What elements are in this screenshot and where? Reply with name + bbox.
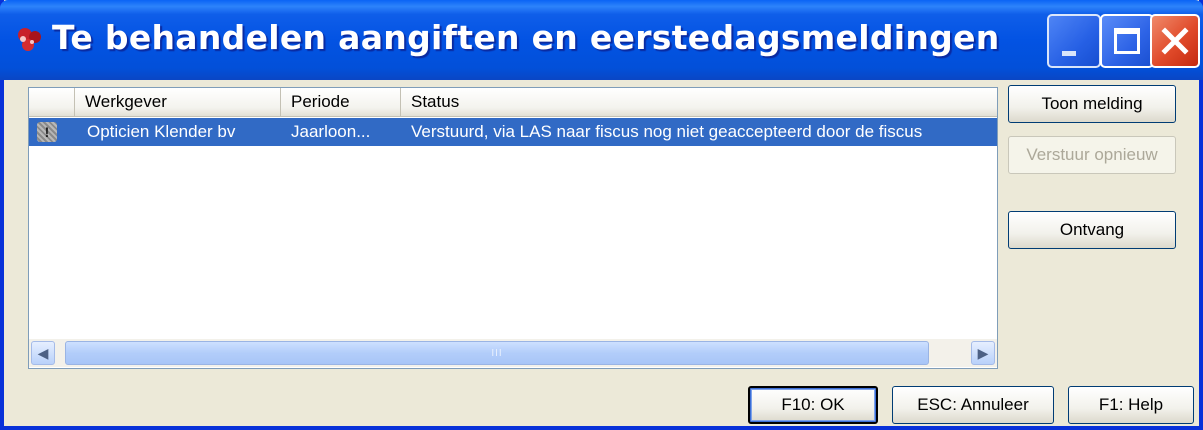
app-logo-icon	[18, 28, 41, 51]
warning-icon: !	[37, 122, 57, 142]
ontvang-button[interactable]: Ontvang	[1008, 211, 1176, 249]
ok-button[interactable]: F10: OK	[748, 386, 878, 424]
verstuur-opnieuw-button[interactable]: Verstuur opnieuw	[1008, 136, 1176, 174]
cell-periode: Jaarloon...	[291, 122, 371, 141]
minimize-button[interactable]	[1047, 14, 1101, 68]
horizontal-scrollbar[interactable]: ◀ III ▶	[29, 339, 997, 367]
help-button[interactable]: F1: Help	[1068, 386, 1194, 424]
scroll-left-button[interactable]: ◀	[31, 341, 55, 365]
messages-list[interactable]: Werkgever Periode Status ! Opticien Klen…	[28, 87, 998, 369]
cell-werkgever: Opticien Klender bv	[87, 122, 236, 141]
window-title: Te behandelen aangiften en eerstedagsmel…	[52, 18, 1000, 57]
scroll-thumb[interactable]: III	[65, 341, 929, 365]
column-header-periode[interactable]: Periode	[281, 88, 401, 116]
scroll-thumb-grip: III	[491, 347, 503, 359]
column-header-icon[interactable]	[29, 88, 75, 116]
scroll-right-button[interactable]: ▶	[971, 341, 995, 365]
close-icon	[1161, 27, 1189, 55]
table-row[interactable]: ! Opticien Klender bv Jaarloon... Verstu…	[29, 118, 997, 146]
column-header-status[interactable]: Status	[401, 88, 997, 116]
toon-melding-button[interactable]: Toon melding	[1008, 85, 1176, 123]
cancel-button[interactable]: ESC: Annuleer	[892, 386, 1054, 424]
column-header-werkgever[interactable]: Werkgever	[75, 88, 281, 116]
minimize-icon	[1062, 50, 1076, 56]
maximize-icon	[1114, 28, 1140, 54]
chevron-left-icon: ◀	[37, 344, 49, 361]
list-header: Werkgever Periode Status	[29, 88, 997, 117]
cell-status: Verstuurd, via LAS naar fiscus nog niet …	[411, 122, 923, 141]
title-bar[interactable]: Te behandelen aangiften en eerstedagsmel…	[0, 0, 1203, 80]
maximize-button[interactable]	[1100, 14, 1154, 68]
chevron-right-icon: ▶	[977, 344, 989, 361]
close-button[interactable]	[1150, 14, 1200, 68]
dialog-window: Te behandelen aangiften en eerstedagsmel…	[0, 0, 1203, 430]
